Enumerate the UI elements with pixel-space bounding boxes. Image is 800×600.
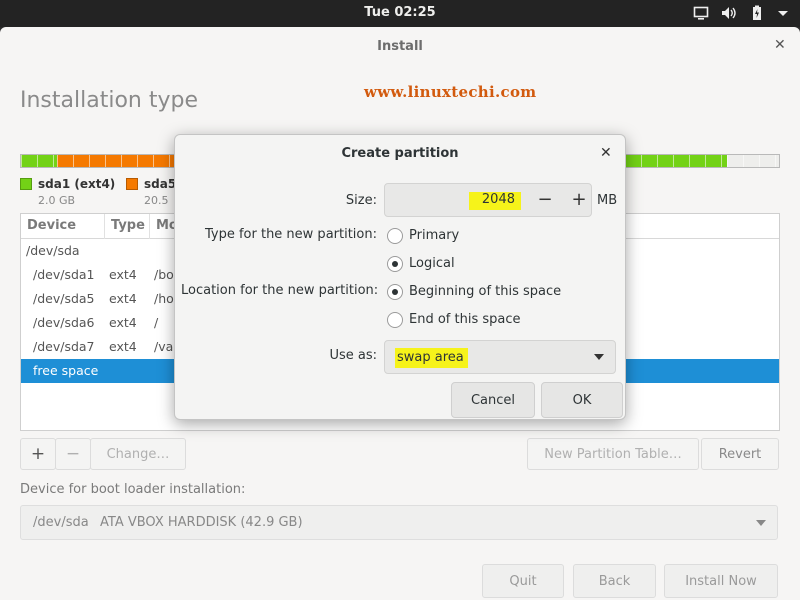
radio-end-label[interactable]: End of this space (409, 312, 521, 327)
column-divider (149, 214, 150, 239)
bootloader-description: ATA VBOX HARDDISK (42.9 GB) (100, 515, 303, 530)
device-cell: free space (33, 363, 99, 378)
clock[interactable]: Tue 02:25 (0, 5, 800, 20)
window-title: Install (377, 39, 423, 54)
revert-button[interactable]: Revert (701, 438, 779, 470)
display-icon[interactable] (693, 5, 709, 21)
legend-swatch-sda1 (20, 178, 32, 190)
quit-button[interactable]: Quit (482, 564, 564, 598)
column-divider (104, 214, 105, 239)
cancel-button[interactable]: Cancel (451, 382, 535, 418)
new-partition-table-button[interactable]: New Partition Table… (527, 438, 699, 470)
size-unit: MB (597, 193, 618, 208)
mount-cell: /ho (154, 291, 174, 306)
type-cell: ext4 (109, 291, 137, 306)
bootloader-device-select[interactable]: /dev/sda ATA VBOX HARDDISK (42.9 GB) (20, 505, 778, 540)
device-cell: /dev/sda6 (33, 315, 95, 330)
add-partition-button[interactable]: + (20, 438, 56, 470)
increment-button[interactable]: + (567, 188, 591, 212)
partition-segment-sda5 (57, 155, 175, 167)
remove-partition-button[interactable]: − (55, 438, 91, 470)
radio-logical[interactable] (387, 256, 403, 272)
partition-segment-sda1 (21, 155, 57, 167)
decrement-button[interactable]: − (533, 188, 557, 212)
mount-cell: /bo (154, 267, 174, 282)
radio-beginning[interactable] (387, 284, 403, 300)
install-now-button[interactable]: Install Now (664, 564, 778, 598)
type-cell: ext4 (109, 339, 137, 354)
top-bar: Tue 02:25 (0, 0, 800, 27)
radio-primary-label[interactable]: Primary (409, 228, 459, 243)
use-as-value: swap area (395, 348, 468, 368)
legend-size-sda5: 20.5 (144, 194, 169, 207)
column-header-type[interactable]: Type (111, 218, 145, 233)
radio-logical-label[interactable]: Logical (409, 256, 455, 271)
change-partition-button[interactable]: Change… (90, 438, 186, 470)
size-spinbutton[interactable]: 2048 − + (384, 183, 592, 217)
device-cell: /dev/sda1 (33, 267, 95, 282)
type-cell: ext4 (109, 267, 137, 282)
device-cell: /dev/sda7 (33, 339, 95, 354)
radio-end[interactable] (387, 312, 403, 328)
dialog-close-icon[interactable]: ✕ (600, 145, 612, 161)
use-as-select[interactable]: swap area (384, 340, 616, 374)
watermark-text: www.linuxtechi.com (364, 83, 537, 101)
legend-size-sda1: 2.0 GB (38, 194, 76, 207)
dialog-title: Create partition (341, 146, 459, 161)
legend-swatch-sda5 (126, 178, 138, 190)
bootloader-label: Device for boot loader installation: (20, 482, 246, 497)
bootloader-device: /dev/sda (33, 515, 89, 530)
partition-segment-sda7 (625, 155, 727, 167)
mount-cell: /va (154, 339, 174, 354)
chevron-down-icon (756, 520, 766, 526)
mount-cell: / (154, 315, 159, 330)
back-button[interactable]: Back (573, 564, 656, 598)
volume-icon[interactable] (721, 5, 737, 21)
partition-segment-free (727, 155, 779, 167)
partition-type-label: Type for the new partition: (204, 227, 377, 242)
window-close-icon[interactable]: ✕ (774, 37, 786, 53)
device-cell: /dev/sda5 (33, 291, 95, 306)
battery-icon[interactable] (749, 5, 765, 21)
column-header-device[interactable]: Device (27, 218, 76, 233)
chevron-down-icon (594, 354, 604, 360)
type-cell: ext4 (109, 315, 137, 330)
create-partition-dialog: Create partition ✕ Size: 2048 − + MB Typ… (174, 134, 626, 420)
page-title: Installation type (20, 88, 198, 113)
legend-name-sda5: sda5 (144, 177, 177, 191)
partition-location-label: Location for the new partition: (181, 283, 379, 298)
size-label: Size: (345, 193, 377, 208)
ok-button[interactable]: OK (541, 382, 623, 418)
size-value[interactable]: 2048 (469, 192, 521, 210)
power-menu-icon[interactable] (775, 5, 791, 21)
radio-beginning-label[interactable]: Beginning of this space (409, 284, 561, 299)
use-as-label: Use as: (329, 348, 377, 363)
radio-primary[interactable] (387, 228, 403, 244)
device-cell: /dev/sda (26, 243, 80, 258)
legend-name-sda1: sda1 (ext4) (38, 177, 116, 191)
